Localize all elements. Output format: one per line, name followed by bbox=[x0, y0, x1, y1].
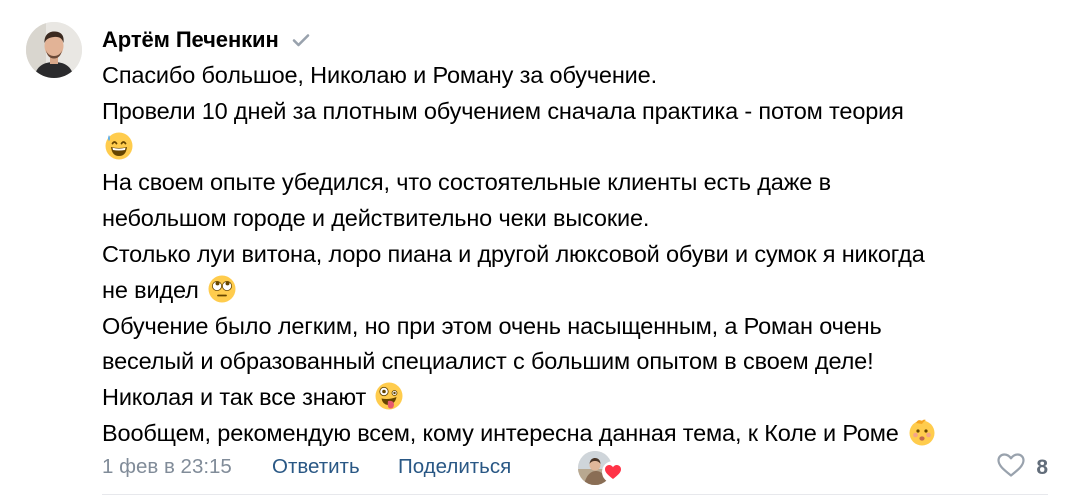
eye-roll-emoji bbox=[207, 274, 237, 304]
comment-line: Николая и так все знают bbox=[102, 380, 1052, 416]
comment-line bbox=[102, 130, 1052, 166]
comment-line: Провели 10 дней за плотным обучением сна… bbox=[102, 97, 904, 124]
comment-date[interactable]: 1 фев в 23:15 bbox=[102, 455, 232, 479]
comment-line: На своем опыте убедился, что состоятельн… bbox=[102, 169, 831, 196]
author-row: Артём Печенкин bbox=[102, 24, 1052, 56]
comment-line: небольшом городе и действительно чеки вы… bbox=[102, 205, 650, 232]
share-button[interactable]: Поделиться bbox=[398, 455, 511, 479]
reactions-summary[interactable] bbox=[578, 450, 628, 486]
comment-text: Спасибо большое, Николаю и Роману за обу… bbox=[102, 58, 1052, 452]
grinning-sweat-emoji bbox=[104, 131, 134, 161]
comment-line: Спасибо большое, Николаю и Роману за обу… bbox=[102, 62, 657, 88]
comment-footer: 1 фев в 23:15 Ответить Поделиться 8 bbox=[102, 450, 1048, 486]
comment-line: Вообщем, рекомендую всем, кому интересна… bbox=[102, 416, 1052, 452]
like-count: 8 bbox=[1036, 456, 1048, 479]
comment-body: Артём Печенкин Спасибо большое, Николаю … bbox=[102, 24, 1052, 452]
author-name[interactable]: Артём Печенкин bbox=[102, 27, 279, 53]
comment-line: Столько луи витона, лоро пиана и другой … bbox=[102, 240, 925, 267]
comment-line: Обучение было легким, но при этом очень … bbox=[102, 312, 882, 339]
comment-line: не видел bbox=[102, 273, 1052, 309]
user-avatar-icon bbox=[26, 22, 82, 78]
comment-line: веселый и образованный специалист с боль… bbox=[102, 348, 874, 375]
baby-face-emoji bbox=[907, 417, 937, 447]
zany-face-emoji bbox=[374, 381, 404, 411]
like-button[interactable]: 8 bbox=[996, 451, 1048, 485]
heart-outline-icon bbox=[996, 452, 1026, 484]
reply-button[interactable]: Ответить bbox=[272, 455, 360, 479]
heart-icon bbox=[602, 461, 624, 483]
comment: Артём Печенкин Спасибо большое, Николаю … bbox=[0, 0, 1072, 496]
divider bbox=[102, 494, 1048, 495]
author-avatar[interactable] bbox=[26, 22, 82, 78]
checkmark-icon bbox=[291, 30, 311, 50]
